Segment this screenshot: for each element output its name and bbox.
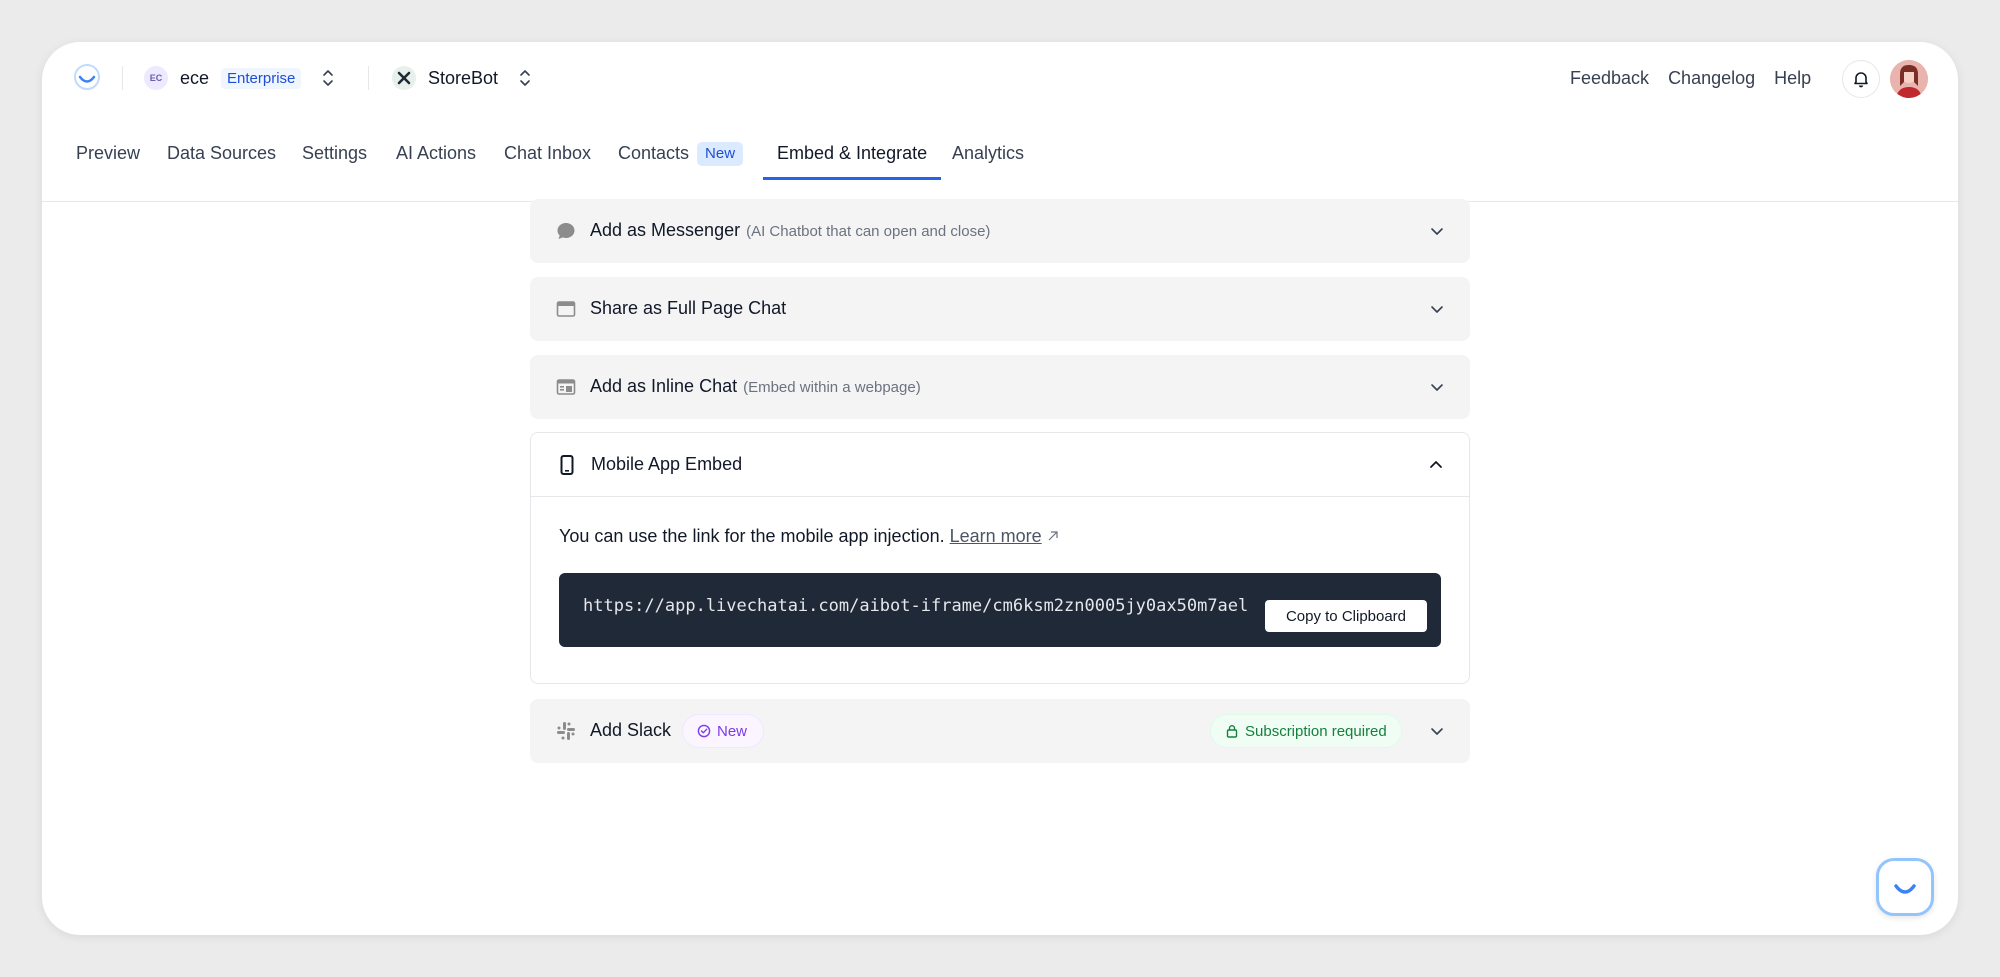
bot-switcher[interactable]: StoreBot [392,66,532,90]
inline-title: Add as Inline Chat (Embed within a webpag… [590,376,921,397]
tab-embed-integrate[interactable]: Embed & Integrate [763,138,942,180]
messenger-subtitle: (AI Chatbot that can open and close) [746,223,991,240]
app-window: EC ece Enterprise StoreBot Feedback Chan… [42,42,1958,935]
external-arrow-icon [1048,531,1058,541]
slack-title: Add Slack [590,720,672,740]
mobile-section: Mobile App Embed You can use the link fo… [530,432,1470,684]
fullpage-section[interactable]: Share as Full Page Chat [530,277,1470,341]
close-x-icon [397,71,411,85]
new-badge: New [697,142,744,166]
logo-icon[interactable] [72,62,102,92]
badge-check-icon [697,724,711,738]
top-links: Feedback Changelog Help [1570,68,1811,89]
phone-icon [560,455,574,475]
org-switcher[interactable]: EC ece Enterprise [144,66,335,90]
notifications-button[interactable] [1842,60,1880,98]
chevron-down-icon[interactable] [1430,225,1444,237]
feedback-link[interactable]: Feedback [1570,68,1649,89]
org-avatar: EC [144,66,168,90]
plan-badge: Enterprise [221,67,302,89]
mobile-description: You can use the link for the mobile app … [559,526,1059,547]
inline-section[interactable]: Add as Inline Chat (Embed within a webpag… [530,355,1470,419]
messenger-title-text: Add as Messenger [590,220,741,240]
chevron-up-icon[interactable] [1429,459,1443,471]
embed-url-box: https://app.livechatai.com/aibot-iframe/… [559,573,1441,647]
inline-subtitle: (Embed within a webpage) [743,379,921,396]
chat-launcher-button[interactable] [1876,858,1934,916]
divider [531,496,1469,497]
org-name: ece [180,67,210,88]
chevron-down-icon[interactable] [1430,381,1444,393]
subscription-required-badge: Subscription required [1210,714,1402,748]
embed-url[interactable]: https://app.livechatai.com/aibot-iframe/… [583,596,1248,616]
window-icon [556,301,576,317]
mobile-description-text: You can use the link for the mobile app … [559,526,945,546]
chevron-down-icon[interactable] [1430,303,1444,315]
tab-chat-inbox[interactable]: Chat Inbox [504,138,591,178]
slack-section[interactable]: Add Slack New Subscription required [530,699,1470,763]
changelog-link[interactable]: Changelog [1668,68,1755,89]
learn-more-link[interactable]: Learn more [950,526,1042,546]
user-avatar[interactable] [1890,60,1928,98]
tab-preview[interactable]: Preview [76,138,140,178]
slack-new-badge: New [682,714,765,748]
active-tab-indicator [763,177,942,180]
tab-ai-actions[interactable]: AI Actions [396,138,476,178]
chat-bubble-icon [557,223,575,239]
subscription-required-label: Subscription required [1245,722,1387,740]
slack-icon [557,722,575,740]
divider [122,66,123,90]
top-bar: EC ece Enterprise StoreBot Feedback Chan… [42,42,1958,114]
help-link[interactable]: Help [1774,68,1811,89]
messenger-section[interactable]: Add as Messenger (AI Chatbot that can ope… [530,199,1470,263]
tab-contacts-label: Contacts [618,143,690,163]
logo-icon [1894,884,1916,894]
fullpage-title: Share as Full Page Chat [590,298,787,318]
inline-title-text: Add as Inline Chat [590,376,738,396]
chevron-up-down-icon[interactable] [518,68,532,88]
tab-analytics[interactable]: Analytics [952,138,1024,178]
bot-avatar [392,66,416,90]
copy-to-clipboard-button[interactable]: Copy to Clipboard [1265,600,1427,632]
divider [368,66,369,90]
user-photo [1890,60,1928,98]
mobile-title: Mobile App Embed [591,454,743,474]
messenger-title: Add as Messenger (AI Chatbot that can ope… [590,220,990,241]
tab-embed-label: Embed & Integrate [777,143,928,163]
chevron-down-icon[interactable] [1430,725,1444,737]
bot-name: StoreBot [428,67,499,88]
inline-embed-icon [556,379,576,395]
bell-icon [1854,72,1868,88]
lock-icon [1226,725,1238,738]
tab-data-sources[interactable]: Data Sources [167,138,276,178]
chevron-up-down-icon[interactable] [321,68,335,88]
slack-new-label: New [717,722,748,740]
tab-settings[interactable]: Settings [302,138,367,178]
tab-contacts[interactable]: Contacts New [618,138,744,178]
